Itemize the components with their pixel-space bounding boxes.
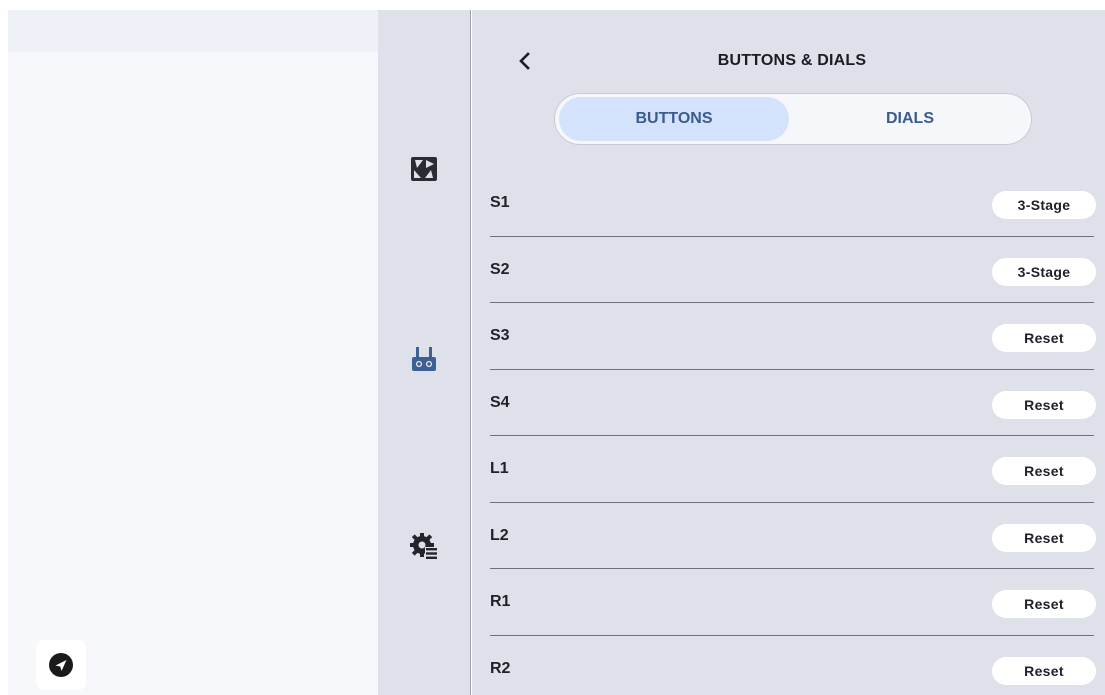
- mode-pill[interactable]: Reset: [992, 390, 1096, 419]
- buttons-dials-panel: BUTTONS & DIALS BUTTONS DIALS S1 3-Stage…: [472, 10, 1105, 695]
- back-button[interactable]: [512, 48, 538, 74]
- button-name: S4: [490, 393, 510, 411]
- mode-pill[interactable]: Reset: [992, 457, 1096, 485]
- preview-panel: [8, 10, 378, 695]
- send-button[interactable]: [36, 640, 86, 690]
- button-name: L1: [490, 460, 509, 477]
- tab-dials[interactable]: DIALS: [793, 97, 1027, 141]
- list-item-r1[interactable]: R1 Reset: [490, 569, 1096, 636]
- navigation-rail: [378, 10, 471, 695]
- mode-pill[interactable]: 3-Stage: [992, 257, 1096, 286]
- rail-item-settings[interactable]: [408, 530, 440, 562]
- button-name: R2: [490, 659, 511, 677]
- settings-list-icon: [410, 533, 438, 559]
- rail-item-controller[interactable]: [408, 343, 440, 375]
- app-window: BUTTONS & DIALS BUTTONS DIALS S1 3-Stage…: [0, 0, 1105, 695]
- mode-pill[interactable]: Reset: [992, 590, 1096, 618]
- list-item-l1[interactable]: L1 Reset: [490, 436, 1096, 503]
- tab-buttons[interactable]: BUTTONS: [559, 97, 789, 141]
- preview-top-bar: [8, 10, 378, 52]
- list-item-s4[interactable]: S4 Reset: [490, 370, 1096, 436]
- mode-pill[interactable]: Reset: [992, 656, 1096, 685]
- button-name: L2: [490, 526, 509, 544]
- camera-shutter-icon: [411, 157, 437, 181]
- list-item-s3[interactable]: S3 Reset: [490, 303, 1096, 370]
- page-title: BUTTONS & DIALS: [717, 52, 867, 69]
- remote-controller-icon: [412, 347, 436, 371]
- button-name: S1: [490, 194, 510, 211]
- button-name: R1: [490, 593, 511, 610]
- rail-item-camera[interactable]: [408, 153, 440, 185]
- button-name: S2: [490, 260, 510, 278]
- list-item-s2[interactable]: S2 3-Stage: [490, 237, 1096, 303]
- button-list: S1 3-Stage S2 3-Stage S3 Reset S4 Reset …: [490, 170, 1096, 695]
- buttons-dials-tabs: BUTTONS DIALS: [554, 93, 1032, 145]
- chevron-left-icon: [519, 52, 530, 70]
- button-name: S3: [490, 327, 510, 344]
- mode-pill[interactable]: 3-Stage: [992, 191, 1096, 219]
- list-item-r2[interactable]: R2 Reset: [490, 636, 1096, 695]
- list-item-s1[interactable]: S1 3-Stage: [490, 170, 1096, 237]
- mode-pill[interactable]: Reset: [992, 324, 1096, 352]
- mode-pill[interactable]: Reset: [992, 523, 1096, 552]
- list-item-l2[interactable]: L2 Reset: [490, 503, 1096, 569]
- send-arrow-icon: [49, 653, 73, 677]
